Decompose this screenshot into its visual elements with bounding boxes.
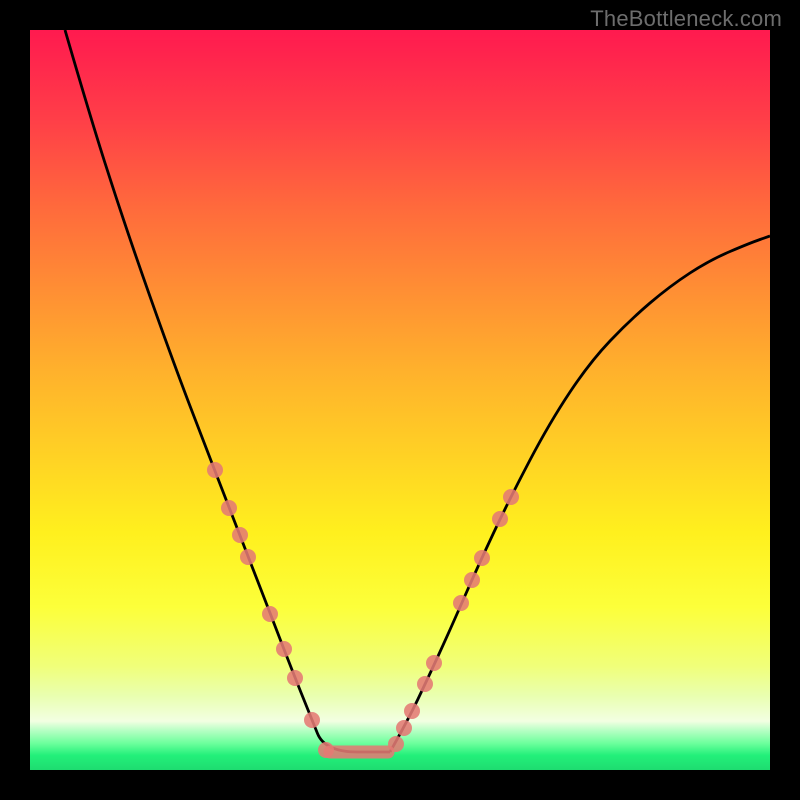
curve-path-left	[65, 30, 390, 752]
data-marker	[474, 550, 490, 566]
data-marker	[318, 742, 334, 758]
data-marker	[388, 736, 404, 752]
data-marker	[464, 572, 480, 588]
data-marker	[404, 703, 420, 719]
watermark-text: TheBottleneck.com	[590, 6, 782, 32]
data-marker	[417, 676, 433, 692]
chart-svg	[30, 30, 770, 770]
markers-left-group	[207, 462, 334, 758]
data-marker	[287, 670, 303, 686]
data-marker	[276, 641, 292, 657]
data-marker	[304, 712, 320, 728]
chart-frame	[30, 30, 770, 770]
data-marker	[426, 655, 442, 671]
data-marker	[492, 511, 508, 527]
data-marker	[262, 606, 278, 622]
data-marker	[221, 500, 237, 516]
data-marker	[232, 527, 248, 543]
curve-path-right	[390, 236, 770, 752]
data-marker	[453, 595, 469, 611]
data-marker	[207, 462, 223, 478]
data-marker	[503, 489, 519, 505]
data-marker	[396, 720, 412, 736]
data-marker	[240, 549, 256, 565]
